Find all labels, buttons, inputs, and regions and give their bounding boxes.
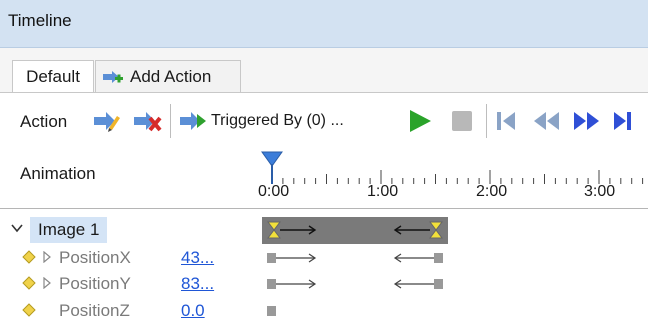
property-diamond-icon (22, 276, 36, 290)
tree-node-label[interactable]: Image 1 (30, 217, 108, 243)
expand-right-icon[interactable] (42, 251, 52, 263)
trigger-icon (179, 110, 207, 132)
tab-default[interactable]: Default (12, 60, 94, 92)
tree-row-image[interactable]: Image 1 (0, 217, 648, 244)
property-label: PositionY (59, 274, 131, 293)
tree-divider (0, 208, 648, 209)
tick-label: 2:00 (476, 183, 508, 200)
timeline-tree: Image 1 PositionX 43... PositionY 83... … (0, 214, 648, 326)
property-value-link[interactable]: 0.0 (181, 301, 205, 321)
panel-title: Timeline (8, 11, 72, 30)
chevron-down-icon[interactable] (10, 221, 24, 235)
timeline-title-bar: Timeline (0, 0, 648, 48)
tree-row-positionx[interactable]: PositionX 43... (0, 245, 648, 269)
toolbar-separator-2 (486, 104, 487, 138)
add-action-icon (102, 68, 124, 86)
fast-forward-icon[interactable] (572, 110, 602, 132)
add-action-tab[interactable]: Add Action (95, 60, 241, 92)
tree-row-positiony[interactable]: PositionY 83... (0, 271, 648, 295)
tabs-bottom-border (0, 92, 648, 93)
property-value-link[interactable]: 83... (181, 274, 214, 294)
tick-label: 3:00 (584, 183, 616, 200)
timeline-ruler[interactable] (258, 150, 648, 186)
expand-right-icon[interactable] (42, 277, 52, 289)
toolbar-separator (170, 104, 171, 138)
stop-icon[interactable] (451, 110, 473, 132)
tick-label: 1:00 (367, 183, 399, 200)
property-diamond-icon (22, 303, 36, 317)
animation-row: Animation 0:00 1:00 2:00 3:00 (0, 144, 648, 206)
property-label: PositionX (59, 248, 131, 267)
tick-label: 0:00 (258, 183, 290, 200)
property-value-link[interactable]: 43... (181, 248, 214, 268)
add-action-label: Add Action (130, 66, 212, 86)
triggered-by-button[interactable]: Triggered By (0) ... (211, 112, 344, 130)
playhead-marker[interactable] (261, 151, 283, 167)
go-to-end-icon[interactable] (612, 110, 638, 132)
action-row: Action Triggered By (0) ... (0, 98, 648, 144)
go-to-start-icon[interactable] (495, 110, 519, 132)
image-timeline-bar[interactable] (262, 217, 448, 244)
positionz-keyframe[interactable] (262, 302, 292, 320)
property-label: PositionZ (59, 301, 130, 320)
property-diamond-icon (22, 250, 36, 264)
play-icon[interactable] (407, 108, 433, 134)
positiony-keyframes[interactable] (262, 275, 448, 293)
delete-action-icon[interactable] (133, 109, 163, 133)
positionx-keyframes[interactable] (262, 249, 448, 267)
tab-default-label: Default (26, 66, 80, 86)
tree-row-positionz[interactable]: PositionZ 0.0 (0, 298, 648, 322)
rewind-icon[interactable] (532, 110, 562, 132)
tabs-row: Default Add Action (0, 48, 648, 92)
action-label: Action (20, 112, 68, 131)
animation-label: Animation (20, 164, 96, 183)
edit-action-icon[interactable] (93, 109, 121, 133)
